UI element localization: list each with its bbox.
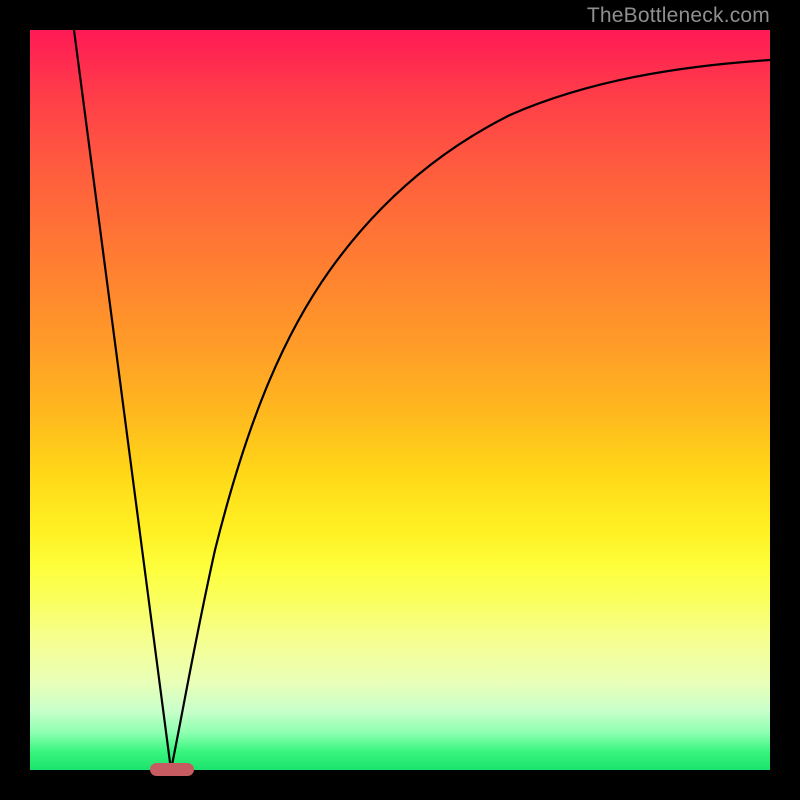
- watermark-label: TheBottleneck.com: [587, 4, 770, 28]
- bottleneck-curve: [74, 30, 770, 770]
- curve-layer: [30, 30, 770, 770]
- chart-frame: TheBottleneck.com: [0, 0, 800, 800]
- bottleneck-marker: [150, 763, 194, 776]
- plot-area: [30, 30, 770, 770]
